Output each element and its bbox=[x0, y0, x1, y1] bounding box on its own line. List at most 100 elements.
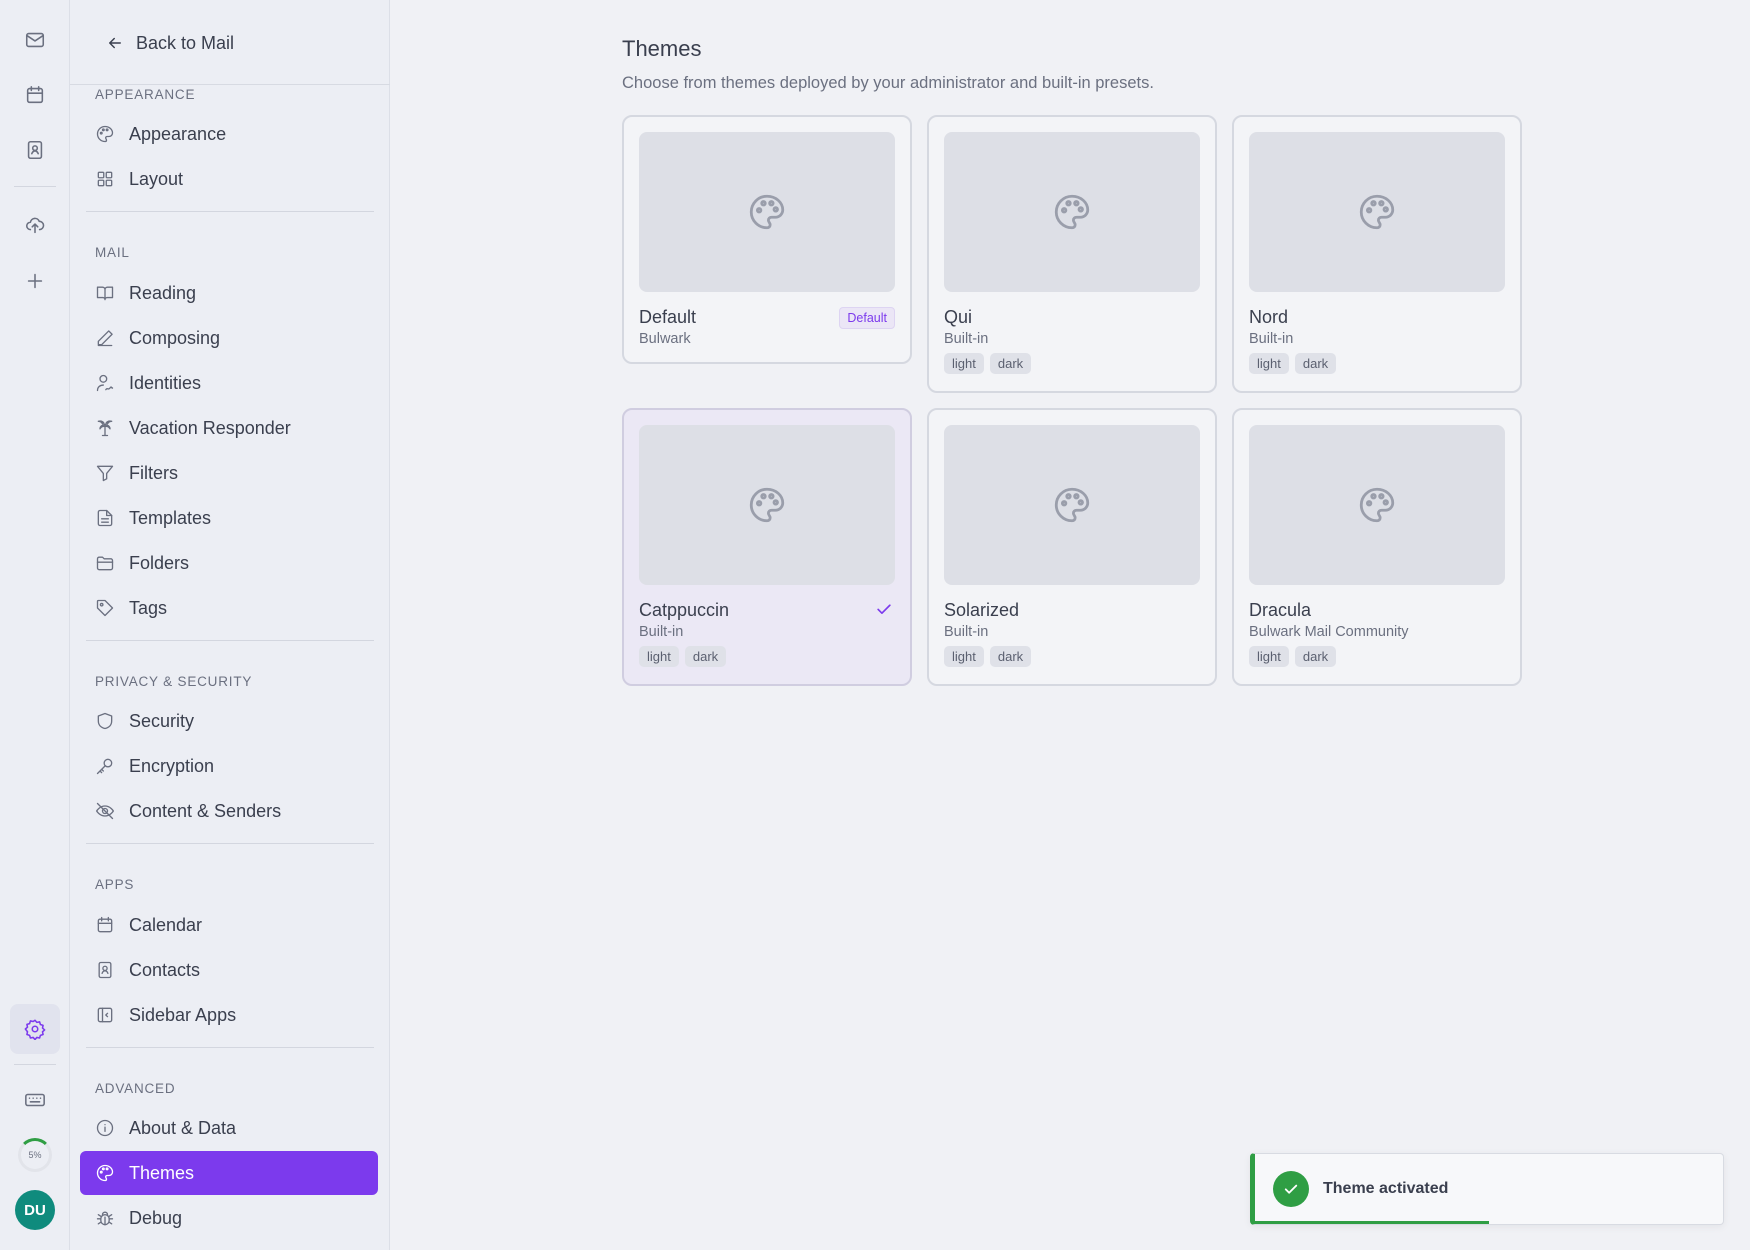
sidebar-item-label: Security bbox=[129, 710, 195, 731]
theme-card-default[interactable]: Default Default Bulwark bbox=[622, 115, 912, 364]
cloud-upload-icon[interactable] bbox=[10, 200, 60, 250]
sidebar-item-appearance[interactable]: Appearance bbox=[80, 112, 378, 156]
sidebar-item-templates[interactable]: Templates bbox=[80, 496, 378, 540]
palette-icon bbox=[1359, 194, 1395, 230]
sidebar-item-debug[interactable]: Debug bbox=[80, 1196, 378, 1240]
theme-author: Built-in bbox=[1249, 331, 1294, 347]
sidebar-item-label: Calendar bbox=[129, 914, 203, 935]
user-signature-icon bbox=[96, 374, 114, 392]
sidebar-item-sidebar-apps[interactable]: Sidebar Apps bbox=[80, 993, 378, 1037]
sidebar-item-label: Encryption bbox=[129, 755, 215, 776]
theme-author: Bulwark Mail Community bbox=[1249, 624, 1409, 640]
toast-notification[interactable]: Theme activated bbox=[1250, 1153, 1724, 1225]
sidebar-item-composing[interactable]: Composing bbox=[80, 316, 378, 360]
key-icon bbox=[96, 758, 113, 775]
contacts-icon bbox=[98, 961, 112, 979]
sidebar-item-calendar[interactable]: Calendar bbox=[80, 903, 378, 947]
theme-tag: light bbox=[944, 353, 984, 374]
sidebar-item-label: Content & Senders bbox=[129, 800, 282, 821]
sidebar-item-about-data[interactable]: About & Data bbox=[80, 1106, 378, 1150]
theme-preview bbox=[639, 132, 895, 292]
info-icon bbox=[96, 1119, 114, 1137]
settings-icon[interactable] bbox=[10, 1004, 60, 1054]
theme-author: Built-in bbox=[944, 331, 989, 347]
sidebar-item-folders[interactable]: Folders bbox=[80, 541, 378, 585]
palm-tree-icon bbox=[97, 420, 113, 437]
sidebar-item-vacation-responder[interactable]: Vacation Responder bbox=[80, 406, 378, 450]
section-title-apps: APPS bbox=[95, 877, 135, 892]
sidebar-item-label: Appearance bbox=[129, 123, 227, 144]
theme-card-nord[interactable]: Nord Built-in light dark bbox=[1232, 115, 1522, 393]
palette-icon bbox=[1359, 487, 1395, 523]
palette-icon bbox=[1054, 487, 1090, 523]
check-icon bbox=[877, 604, 891, 614]
back-to-mail-button[interactable]: Back to Mail bbox=[106, 26, 234, 60]
theme-name: Solarized bbox=[944, 600, 1020, 620]
theme-tag: light bbox=[1249, 646, 1289, 667]
theme-author: Built-in bbox=[639, 624, 684, 640]
avatar[interactable]: DU bbox=[15, 1190, 55, 1230]
back-label: Back to Mail bbox=[136, 32, 235, 53]
settings-sidebar: Back to Mail APPEARANCE Appearance Layou… bbox=[70, 0, 390, 1250]
sidebar-item-label: Filters bbox=[129, 462, 178, 483]
theme-card-catppuccin[interactable]: Catppuccin Built-in light dark bbox=[622, 408, 912, 686]
sidebar-item-label: Reading bbox=[129, 282, 197, 303]
section-title-privacy-security: PRIVACY & SECURITY bbox=[95, 674, 253, 689]
sidebar-item-security[interactable]: Security bbox=[80, 699, 378, 743]
theme-card-solarized[interactable]: Solarized Built-in light dark bbox=[927, 408, 1217, 686]
success-icon bbox=[1273, 1171, 1309, 1207]
sidebar-item-layout[interactable]: Layout bbox=[80, 157, 378, 201]
page-title: Themes bbox=[622, 36, 702, 61]
sidebar-item-filters[interactable]: Filters bbox=[80, 451, 378, 495]
theme-card-qui[interactable]: Qui Built-in light dark bbox=[927, 115, 1217, 393]
theme-author: Built-in bbox=[944, 624, 989, 640]
sidebar-item-label: Themes bbox=[129, 1162, 195, 1183]
section-title-appearance: APPEARANCE bbox=[95, 87, 196, 102]
default-badge: Default bbox=[839, 307, 895, 329]
theme-tag: dark bbox=[989, 353, 1032, 374]
filter-icon bbox=[96, 465, 114, 482]
contacts-icon[interactable] bbox=[10, 125, 60, 175]
palette-icon bbox=[749, 194, 785, 230]
pen-icon bbox=[97, 330, 113, 347]
sidebar-item-identities[interactable]: Identities bbox=[80, 361, 378, 405]
theme-preview bbox=[1249, 425, 1505, 585]
document-icon bbox=[97, 509, 113, 527]
sidebar-item-contacts[interactable]: Contacts bbox=[80, 948, 378, 992]
themes-page: Themes Choose from themes deployed by yo… bbox=[390, 0, 1750, 1250]
theme-tag: dark bbox=[1294, 646, 1337, 667]
theme-name: Qui bbox=[944, 307, 973, 327]
sidebar-item-encryption[interactable]: Encryption bbox=[80, 744, 378, 788]
palette-icon bbox=[96, 1164, 114, 1182]
palette-icon bbox=[1054, 194, 1090, 230]
shield-icon bbox=[97, 712, 113, 730]
tag-icon bbox=[96, 599, 114, 617]
calendar-icon[interactable] bbox=[10, 70, 60, 120]
sidebar-item-label: Templates bbox=[129, 507, 212, 528]
sidebar-item-reading[interactable]: Reading bbox=[80, 271, 378, 315]
sidebar-item-label: Identities bbox=[129, 372, 202, 393]
page-subtitle: Choose from themes deployed by your admi… bbox=[622, 74, 1154, 92]
theme-preview bbox=[944, 132, 1200, 292]
sidebar-item-themes[interactable]: Themes bbox=[80, 1151, 378, 1195]
folder-icon bbox=[96, 556, 114, 571]
theme-preview bbox=[1249, 132, 1505, 292]
mail-icon[interactable] bbox=[10, 15, 60, 65]
theme-preview bbox=[639, 425, 895, 585]
theme-tag: light bbox=[639, 646, 679, 667]
sidebar-item-label: About & Data bbox=[129, 1117, 237, 1138]
sidebar-item-tags[interactable]: Tags bbox=[80, 586, 378, 630]
theme-tag: light bbox=[944, 646, 984, 667]
sidebar-item-content-senders[interactable]: Content & Senders bbox=[80, 789, 378, 833]
bug-icon bbox=[96, 1211, 114, 1226]
theme-card-dracula[interactable]: Dracula Bulwark Mail Community light dar… bbox=[1232, 408, 1522, 686]
palette-icon bbox=[96, 125, 114, 143]
keyboard-icon[interactable] bbox=[10, 1075, 60, 1125]
theme-name: Nord bbox=[1249, 307, 1289, 327]
theme-tag: light bbox=[1249, 353, 1289, 374]
sidebar-item-label: Tags bbox=[129, 597, 168, 618]
eye-off-icon bbox=[96, 802, 115, 820]
plus-icon[interactable] bbox=[10, 256, 60, 306]
theme-preview bbox=[944, 425, 1200, 585]
sidebar-item-label: Layout bbox=[129, 168, 184, 189]
